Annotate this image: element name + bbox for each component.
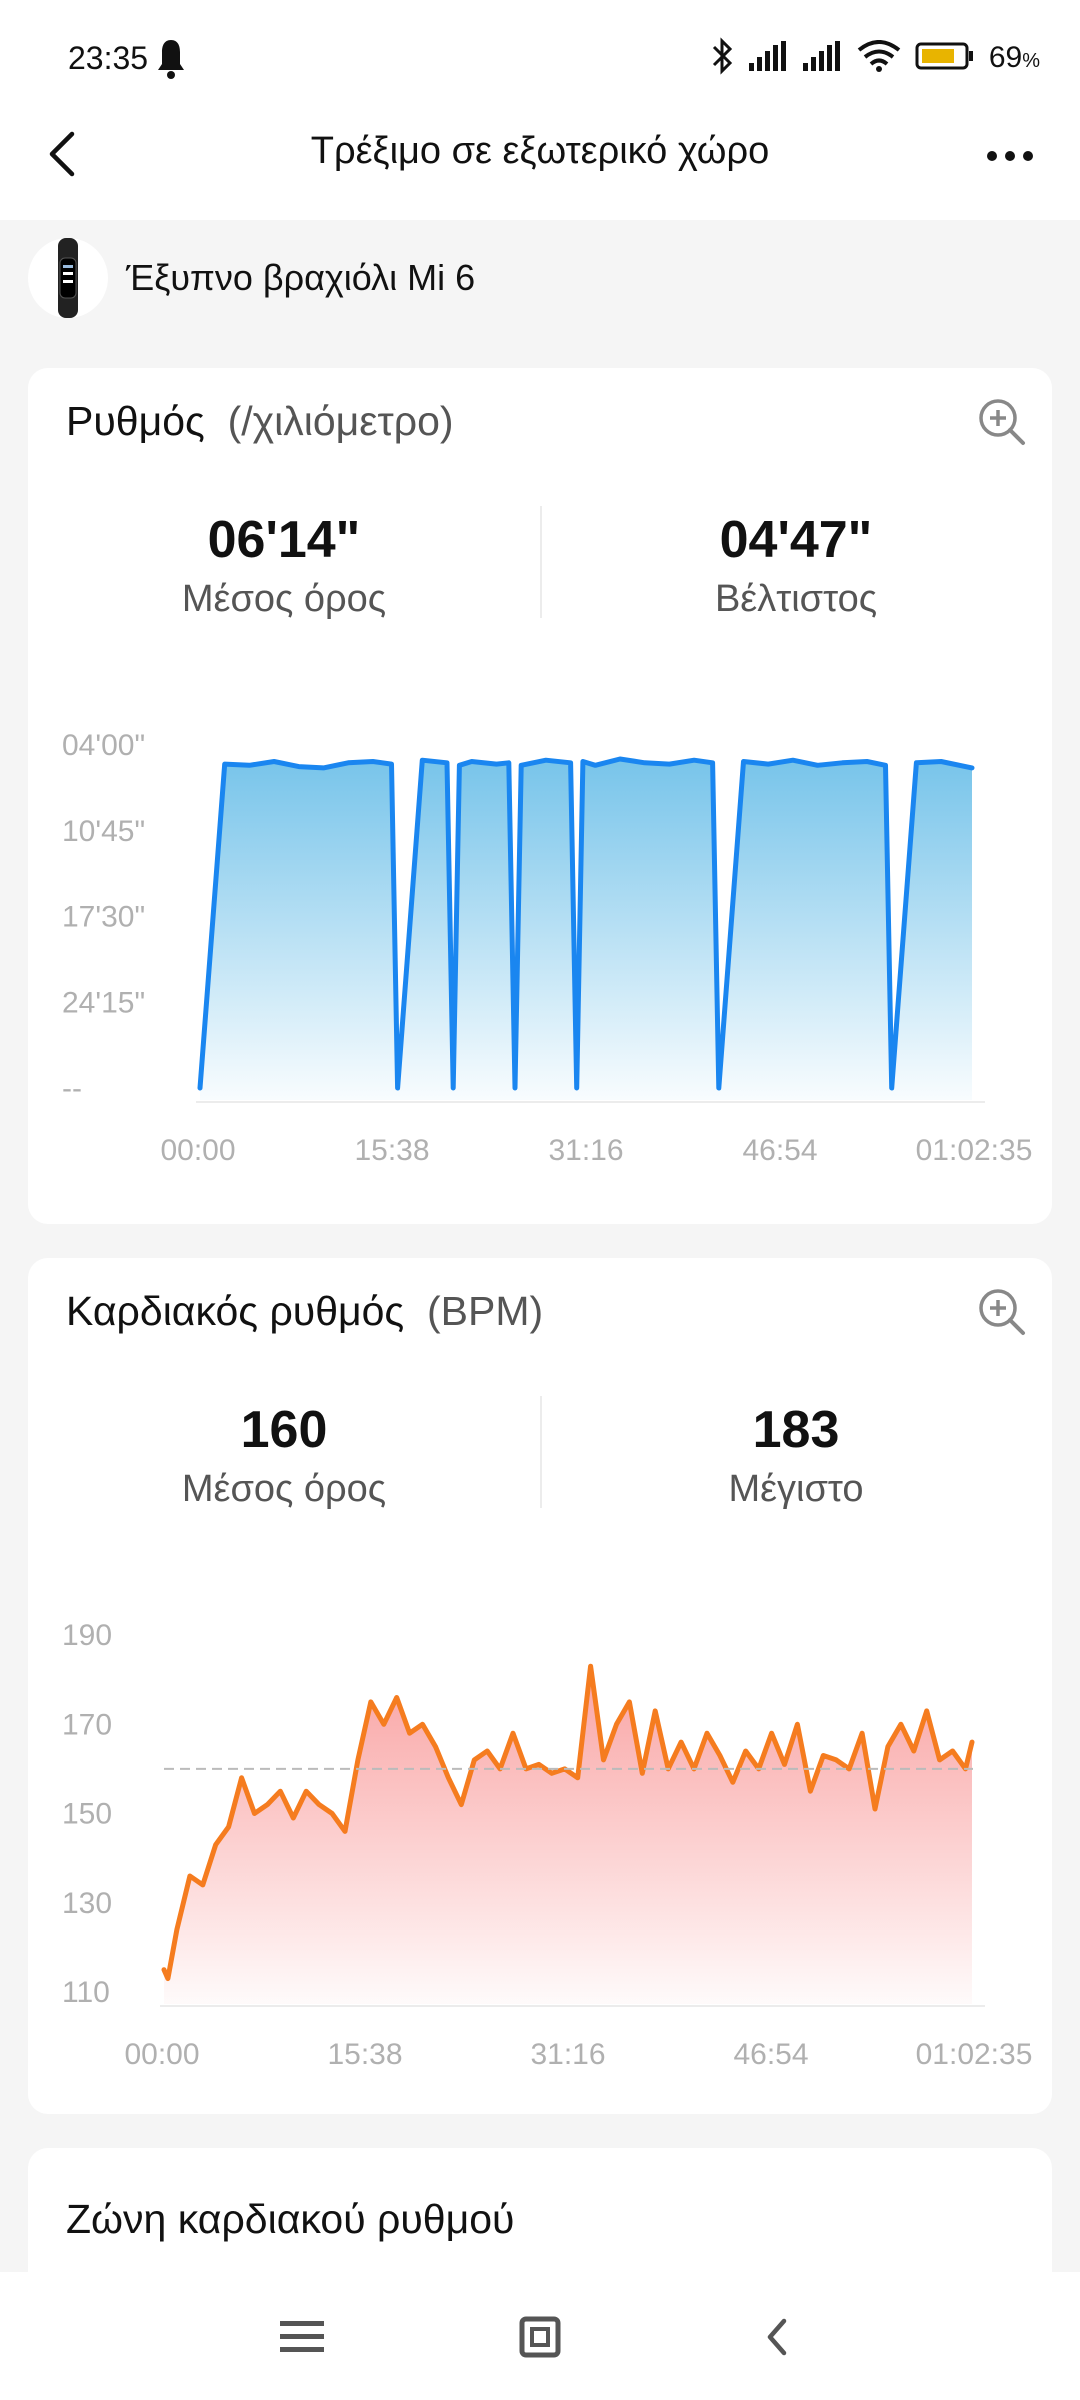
series-area: [200, 759, 973, 1100]
nav-menu-button[interactable]: [262, 2302, 342, 2372]
zone-title: Ζώνη καρδιακού ρυθμού: [66, 2196, 515, 2242]
hr-max-label: Μέγιστο: [728, 1468, 864, 1510]
nav-home-button[interactable]: [500, 2302, 580, 2372]
status-bar: 23:35 69%: [0, 0, 1080, 120]
pace-avg-value: 06'14": [207, 511, 361, 569]
pace-chart: 04'00" 10'45" 17'30" 24'15" -- 00:00 15:38 31:1…: [62, 729, 1033, 1167]
y-tick-label: 24'15": [62, 986, 145, 1019]
y-tick-label: 190: [62, 1619, 112, 1652]
y-tick-label: 10'45": [62, 815, 145, 848]
pace-avg-stat: 06'14" Μέσος όρος: [28, 510, 540, 621]
zoom-in-icon: [979, 399, 1025, 445]
pace-card: Ρυθμός (/χιλιόμετρο) 06'14" Μέσος όρος 0…: [28, 368, 1052, 1224]
y-tick-label: 150: [62, 1798, 112, 1831]
y-tick-label: 170: [62, 1708, 112, 1741]
battery-percent: 69%: [988, 41, 1040, 74]
pace-zoom-button[interactable]: [976, 396, 1028, 448]
y-tick-label: --: [62, 1072, 82, 1105]
band-icon: [58, 238, 78, 318]
x-tick-label: 46:54: [733, 2038, 808, 2071]
pace-best-value: 04'47": [719, 511, 873, 569]
hr-avg-stat: 160 Μέσος όρος: [28, 1400, 540, 1511]
x-tick-label: 01:02:35: [916, 2038, 1033, 2071]
battery-icon: [915, 41, 975, 76]
hr-avg-value: 160: [240, 1401, 328, 1459]
x-tick-label: 15:38: [327, 2038, 402, 2071]
y-tick-label: 110: [62, 1976, 110, 2009]
pace-best-stat: 04'47" Βέλτιστος: [540, 510, 1052, 621]
y-tick-label: 04'00": [62, 729, 145, 762]
device-row[interactable]: Έξυπνο βραχιόλι Mi 6: [28, 238, 476, 318]
nav-back-button[interactable]: [738, 2302, 818, 2372]
more-dots-icon: [987, 151, 1033, 161]
bell-icon: [156, 36, 186, 85]
hr-zoom-button[interactable]: [976, 1286, 1028, 1338]
x-tick-label: 31:16: [548, 1134, 623, 1167]
status-time: 23:35: [68, 40, 149, 76]
device-avatar: [28, 238, 108, 318]
pace-avg-label: Μέσος όρος: [181, 578, 387, 620]
zoom-in-icon: [979, 1289, 1025, 1335]
x-tick-label: 31:16: [530, 2038, 605, 2071]
x-tick-label: 00:00: [124, 2038, 199, 2071]
hr-max-value: 183: [752, 1401, 840, 1459]
hr-max-stat: 183 Μέγιστο: [540, 1400, 1052, 1511]
bluetooth-icon: [709, 36, 735, 81]
nav-bar: [0, 2272, 1080, 2400]
hr-title: Καρδιακός ρυθμός (BPM): [66, 1288, 544, 1334]
home-square-icon: [519, 2316, 561, 2358]
hr-chart: 190 170 150 130 110 00:00 15:38 31:16 46:54 01:02…: [62, 1619, 1033, 2071]
device-name: Έξυπνο βραχιόλι Mi 6: [126, 257, 476, 298]
x-tick-label: 00:00: [160, 1134, 235, 1167]
pace-title: Ρυθμός (/χιλιόμετρο): [66, 398, 454, 444]
status-icons: 69%: [709, 36, 1040, 80]
wifi-icon: [857, 39, 901, 77]
menu-icon: [280, 2321, 324, 2352]
x-tick-label: 01:02:35: [916, 1134, 1033, 1167]
pace-best-label: Βέλτιστος: [714, 578, 878, 620]
more-button[interactable]: [970, 124, 1050, 184]
x-tick-label: 15:38: [354, 1134, 429, 1167]
chevron-left-icon: [767, 2318, 787, 2356]
x-tick-label: 46:54: [742, 1134, 817, 1167]
page-title: Τρέξιμο σε εξωτερικό χώρο: [310, 130, 770, 172]
signal-icon-2: [802, 40, 843, 76]
hr-card: Καρδιακός ρυθμός (BPM) 160 Μέσος όρος 18…: [28, 1258, 1052, 2114]
signal-icon: [748, 40, 789, 76]
y-tick-label: 130: [62, 1887, 112, 1920]
series-area: [164, 1666, 972, 2004]
y-tick-label: 17'30": [62, 901, 145, 934]
hr-avg-label: Μέσος όρος: [181, 1468, 387, 1510]
